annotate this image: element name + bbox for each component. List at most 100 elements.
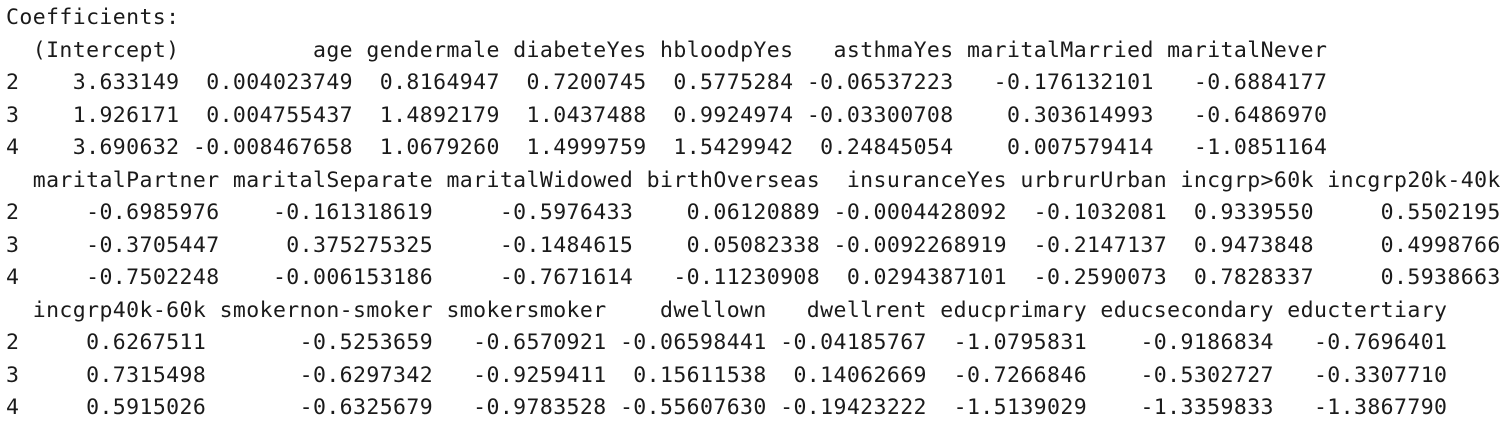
- coefficient-value: 0.5915026: [32, 395, 207, 420]
- coefficient-value: -0.2590073: [1020, 265, 1168, 290]
- coefficient-value: -0.06537223: [806, 70, 954, 95]
- coefficient-value: 3.690632: [32, 135, 180, 160]
- column-header: dwellrent: [780, 297, 927, 323]
- coefficient-value: -0.3307710: [1287, 362, 1448, 388]
- coefficient-value: -0.7671614: [446, 265, 634, 290]
- coefficient-value: -0.1484615: [446, 232, 634, 258]
- column-header: maritalSeparate: [232, 167, 434, 193]
- coefficient-row: 2 0.6267511 -0.5253659 -0.6570921 -0.065…: [6, 327, 1447, 360]
- coefficient-value: -0.7502248: [32, 265, 220, 290]
- coefficient-value: -0.06598441: [619, 330, 767, 355]
- column-header: hbloodpYes: [660, 37, 794, 63]
- row-label: 3: [6, 362, 20, 388]
- coefficient-value: -0.6570921: [446, 330, 607, 355]
- coefficient-value: -0.3705447: [32, 232, 220, 258]
- coefficient-value: -0.0092268919: [833, 232, 1007, 258]
- coefficient-value: -0.5976433: [446, 200, 634, 225]
- coefficient-value: 0.5502195: [1327, 200, 1500, 225]
- coefficient-value: 0.7828337: [1180, 265, 1314, 290]
- coefficient-row: 2 -0.6985976 -0.161318619 -0.5976433 0.0…: [6, 197, 1500, 230]
- coefficient-value: 0.5775284: [660, 70, 794, 95]
- coefficient-value: -0.9186834: [1100, 330, 1274, 355]
- column-header: smokersmoker: [446, 297, 607, 323]
- coefficient-value: 1.5429942: [660, 135, 794, 160]
- coefficient-value: 0.06120889: [646, 200, 821, 225]
- column-header: eductertiary: [1287, 297, 1448, 323]
- column-header: maritalPartner: [32, 167, 220, 193]
- coefficient-value: -1.3359833: [1100, 395, 1274, 420]
- coefficient-value: -1.0795831: [940, 330, 1088, 355]
- coefficient-row: 4 0.5915026 -0.6325679 -0.9783528 -0.556…: [6, 392, 1447, 425]
- column-header: insuranceYes: [833, 167, 1007, 193]
- column-header: maritalMarried: [966, 37, 1154, 63]
- coefficient-value: 0.7315498: [32, 362, 207, 388]
- coefficient-value: -0.9783528: [446, 395, 607, 420]
- column-header: (Intercept): [32, 37, 180, 63]
- coefficient-value: 0.8164947: [366, 70, 500, 95]
- coefficient-value: -0.6884177: [1167, 70, 1328, 95]
- coefficient-value: 0.303614993: [966, 102, 1154, 128]
- column-header: incgrp>60k: [1180, 167, 1314, 193]
- row-label: 2: [6, 70, 20, 95]
- column-header: educprimary: [940, 297, 1088, 323]
- coefficient-value: 0.15611538: [619, 362, 767, 388]
- column-header-row: (Intercept) age gendermale diabeteYes hb…: [6, 35, 1327, 68]
- row-label: 3: [6, 232, 20, 258]
- coefficient-row: 4 -0.7502248 -0.006153186 -0.7671614 -0.…: [6, 262, 1500, 295]
- coefficient-value: 1.4892179: [366, 102, 500, 128]
- coefficient-value: 0.9339550: [1180, 200, 1314, 225]
- column-header: diabeteYes: [513, 37, 647, 63]
- coefficient-value: 0.375275325: [232, 232, 434, 258]
- column-header: maritalWidowed: [446, 167, 634, 193]
- coefficient-value: 0.5938663: [1327, 265, 1500, 290]
- coefficient-value: -0.2147137: [1020, 232, 1168, 258]
- coefficient-value: 0.9473848: [1180, 232, 1314, 258]
- column-header: age: [192, 37, 354, 63]
- coefficient-value: -0.176132101: [966, 70, 1154, 95]
- coefficient-value: -0.7696401: [1287, 330, 1448, 355]
- coefficient-value: -0.5302727: [1100, 362, 1274, 388]
- coefficient-value: -0.6325679: [219, 395, 434, 420]
- coefficient-row: 3 1.926171 0.004755437 1.4892179 1.04374…: [6, 100, 1327, 133]
- coefficient-value: 0.6267511: [32, 330, 207, 355]
- column-header: incgrp40k-60k: [32, 297, 207, 323]
- row-label: 2: [6, 200, 20, 225]
- column-header: incgrp20k-40k: [1327, 167, 1500, 193]
- coefficient-value: -1.3867790: [1287, 395, 1448, 420]
- coefficient-row: 4 3.690632 -0.008467658 1.0679260 1.4999…: [6, 132, 1327, 165]
- coefficient-value: -0.161318619: [232, 200, 434, 225]
- coefficient-value: -0.03300708: [806, 102, 954, 128]
- coefficient-value: 0.14062669: [780, 362, 927, 388]
- r-console-output: Coefficients: (Intercept) age gendermale…: [0, 0, 1500, 428]
- column-header: dwellown: [619, 297, 767, 323]
- coefficient-value: -0.0004428092: [833, 200, 1007, 225]
- coefficient-value: 0.0294387101: [833, 265, 1007, 290]
- coefficient-value: 0.007579414: [966, 135, 1154, 160]
- coefficient-value: 0.4998766: [1327, 232, 1500, 258]
- column-header-row: incgrp40k-60k smokernon-smoker smokersmo…: [6, 295, 1447, 328]
- coefficients-header: Coefficients:: [6, 2, 179, 35]
- coefficient-value: 0.004755437: [192, 102, 354, 128]
- coefficient-value: -0.1032081: [1020, 200, 1168, 225]
- coefficient-value: 1.0679260: [366, 135, 500, 160]
- column-header: smokernon-smoker: [219, 297, 434, 323]
- coefficient-value: -0.6297342: [219, 362, 434, 388]
- coefficient-row: 2 3.633149 0.004023749 0.8164947 0.72007…: [6, 67, 1327, 100]
- coefficient-value: -0.9259411: [446, 362, 607, 388]
- column-header: maritalNever: [1167, 37, 1328, 63]
- row-label: 4: [6, 395, 20, 420]
- coefficient-value: -0.6985976: [32, 200, 220, 225]
- coefficient-row: 3 0.7315498 -0.6297342 -0.9259411 0.1561…: [6, 360, 1447, 393]
- coefficient-value: -1.5139029: [940, 395, 1088, 420]
- coefficient-value: 0.7200745: [513, 70, 647, 95]
- column-header-row: maritalPartner maritalSeparate maritalWi…: [6, 165, 1500, 198]
- coefficient-value: 0.004023749: [192, 70, 354, 95]
- coefficients-label: Coefficients:: [6, 5, 180, 30]
- coefficient-value: -0.006153186: [232, 265, 434, 290]
- coefficient-value: 1.4999759: [513, 135, 647, 160]
- coefficient-value: -0.19423222: [780, 395, 927, 420]
- coefficient-value: 3.633149: [32, 70, 180, 95]
- row-label: 4: [6, 265, 20, 290]
- row-label: 4: [6, 135, 20, 160]
- coefficient-value: 1.0437488: [513, 102, 647, 128]
